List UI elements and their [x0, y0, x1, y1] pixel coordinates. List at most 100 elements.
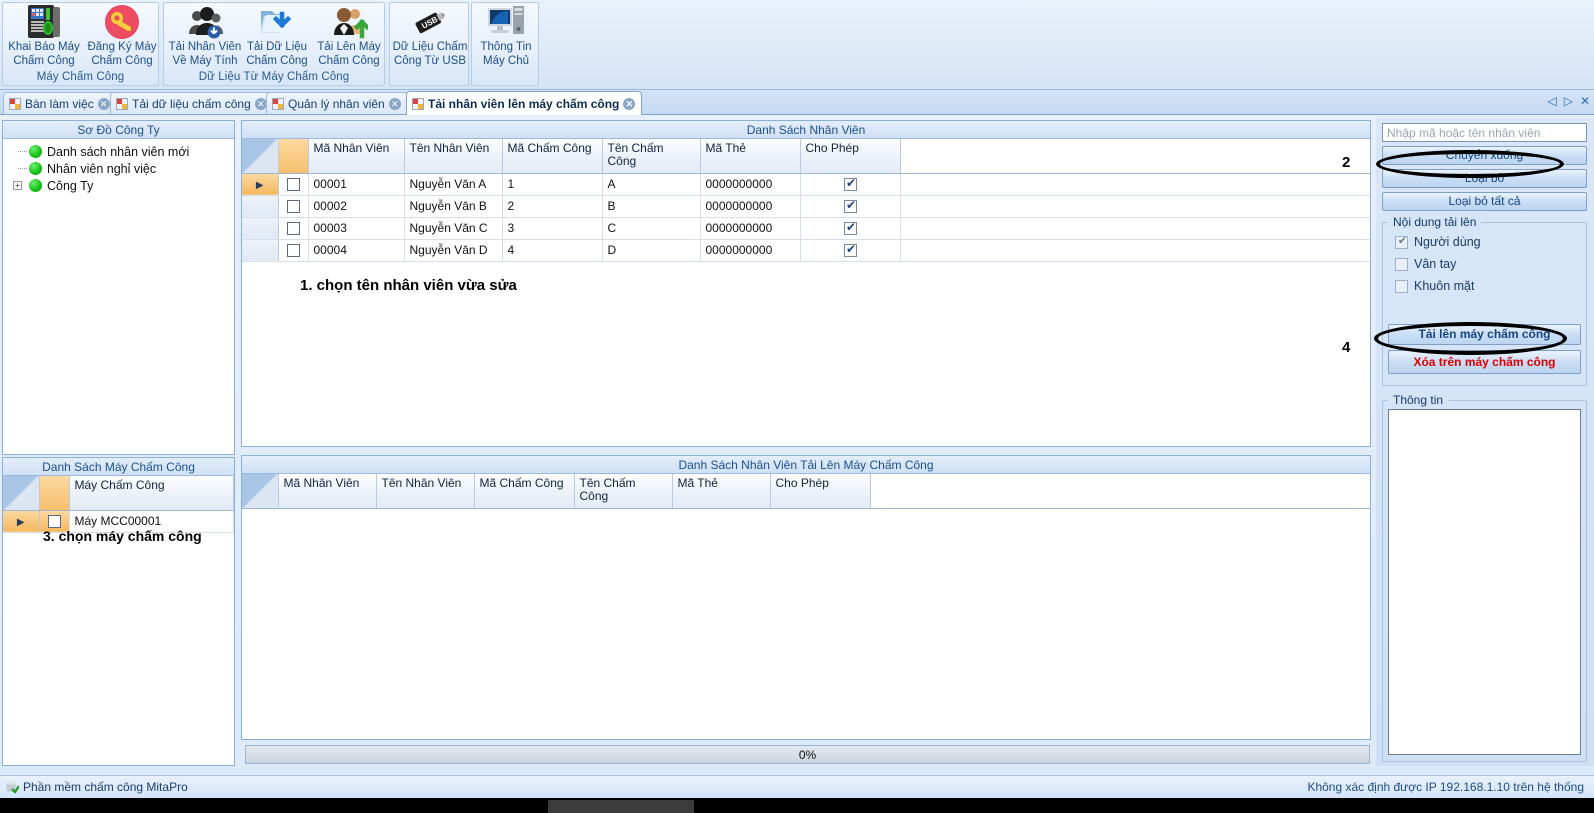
ribbon-button-label: Tải Nhân Viên	[168, 41, 242, 53]
cell-cho-phep[interactable]	[800, 195, 901, 218]
row-checkbox[interactable]	[286, 178, 300, 192]
van-tay-checkbox[interactable]	[1395, 257, 1408, 271]
employee-grid: Mã Nhân Viên Tên Nhân Viên Mã Chấm Công …	[242, 139, 1370, 262]
column-header-ma-the[interactable]: Mã Thẻ	[672, 474, 771, 509]
tree-node-danh-sach-nhan-vien-moi[interactable]: Danh sách nhân viên mới	[11, 143, 234, 160]
column-header-ma-nhan-vien[interactable]: Mã Nhân Viên	[308, 139, 405, 174]
column-header-ten-cham-cong[interactable]: Tên Chấm Công	[602, 139, 701, 174]
expand-plus-icon[interactable]: +	[13, 181, 22, 190]
tab-window-icon	[412, 97, 424, 110]
table-row[interactable]: 00002 Nguyễn Văn B 2 B 0000000000	[242, 195, 1370, 218]
ribbon-button-khai-bao-may-cham-cong[interactable]: Khai Báo Máy Chấm Công	[5, 4, 83, 68]
taskbar-item[interactable]	[548, 800, 694, 813]
upload-to-device-button[interactable]: Tải lên máy chấm công	[1388, 324, 1581, 345]
row-checkbox-cell[interactable]	[278, 239, 309, 262]
remove-all-button[interactable]: Loại bỏ tất cả	[1382, 192, 1587, 211]
cho-phep-checkbox[interactable]	[843, 198, 858, 214]
column-header-ten-cham-cong[interactable]: Tên Chấm Công	[574, 474, 673, 509]
cell-filler	[900, 173, 1370, 196]
tab-close-icon[interactable]: ✕	[97, 97, 110, 110]
table-row[interactable]: 00003 Nguyễn Văn C 3 C 0000000000	[242, 217, 1370, 240]
move-down-button[interactable]: Chuyển xuống	[1382, 146, 1587, 165]
select-all-corner[interactable]	[3, 476, 40, 511]
right-sidebar: Chuyển xuống Loại bỏ Loại bỏ tất cả Nội …	[1376, 118, 1594, 766]
ribbon-button-dang-ky-may-cham-cong[interactable]: Đăng Ký Máy Chấm Công	[83, 4, 161, 68]
device-list-title: Danh Sách Máy Chấm Công	[3, 458, 234, 476]
info-textbox[interactable]	[1388, 409, 1581, 755]
tree-connector	[18, 151, 27, 152]
company-tree-title: Sơ Đồ Công Ty	[3, 121, 234, 139]
search-input[interactable]	[1382, 123, 1587, 142]
tab-next-icon[interactable]: ▷	[1564, 94, 1573, 108]
cell-cho-phep[interactable]	[800, 239, 901, 262]
ribbon-button-du-lieu-cham-cong-tu-usb[interactable]: USB Dữ Liệu Chấm Công Từ USB	[391, 4, 469, 68]
tab-tai-nhan-vien-len-may-cham-cong[interactable]: Tải nhân viên lên máy chấm công ✕	[406, 91, 643, 115]
delete-on-device-button[interactable]: Xóa trên máy chấm công	[1388, 350, 1581, 374]
cho-phep-checkbox[interactable]	[843, 242, 858, 258]
row-indicator	[242, 239, 279, 262]
ribbon-group-usb: USB Dữ Liệu Chấm Công Từ USB	[389, 2, 469, 86]
table-row[interactable]: ▶ 00001 Nguyễn Văn A 1 A 0000000000	[242, 173, 1370, 196]
khuon-mat-checkbox[interactable]	[1395, 279, 1408, 293]
cell-ten-nhan-vien: Nguyễn Văn B	[404, 195, 503, 218]
upload-grid-panel: Danh Sách Nhân Viên Tải Lên Máy Chấm Côn…	[241, 455, 1371, 740]
tree-node-cong-ty[interactable]: + Công Ty	[11, 177, 234, 194]
tab-label: Tải dữ liệu chấm công	[132, 96, 251, 111]
tree-node-nhan-vien-nghi-viec[interactable]: Nhân viên nghỉ việc	[11, 160, 234, 177]
tab-prev-icon[interactable]: ◁	[1547, 94, 1556, 108]
checkbox-row-van-tay[interactable]: Vân tay	[1383, 253, 1586, 275]
tab-close-icon[interactable]: ✕	[388, 97, 401, 110]
select-all-corner[interactable]	[242, 139, 279, 174]
row-checkbox-cell[interactable]	[278, 173, 309, 196]
cell-cho-phep[interactable]	[800, 173, 901, 196]
cho-phep-checkbox[interactable]	[843, 220, 858, 236]
tab-close-icon[interactable]: ✕	[623, 97, 636, 110]
column-header-ma-cham-cong[interactable]: Mã Chấm Công	[474, 474, 575, 509]
info-legend: Thông tin	[1393, 393, 1444, 407]
column-header-cho-phep[interactable]: Cho Phép	[770, 474, 871, 509]
column-header-ma-the[interactable]: Mã Thẻ	[700, 139, 801, 174]
current-row-arrow-icon: ▶	[255, 180, 264, 191]
nguoi-dung-checkbox[interactable]	[1395, 234, 1409, 249]
checkbox-column-header[interactable]	[278, 139, 309, 174]
cell-ten-cham-cong: A	[602, 173, 701, 196]
remove-button[interactable]: Loại bỏ	[1382, 169, 1587, 188]
row-checkbox[interactable]	[286, 244, 300, 258]
upload-content-legend: Nội dung tải lên	[1393, 215, 1477, 229]
checkbox-column-header[interactable]	[39, 476, 70, 511]
column-header-cho-phep[interactable]: Cho Phép	[800, 139, 901, 174]
column-header-ma-nhan-vien[interactable]: Mã Nhân Viên	[278, 474, 377, 509]
ribbon-group-title: Dữ Liệu Từ Máy Chấm Công	[198, 71, 350, 83]
tab-close-icon[interactable]: ✕	[254, 97, 267, 110]
column-header-ten-nhan-vien[interactable]: Tên Nhân Viên	[376, 474, 475, 509]
ribbon-button-thong-tin-may-chu[interactable]: Thông Tin Máy Chủ	[467, 4, 545, 68]
ribbon-button-tai-du-lieu-cham-cong[interactable]: Tải Dữ Liệu Chấm Công	[238, 4, 316, 68]
cell-ma-the: 0000000000	[700, 239, 801, 262]
ribbon-button-label-2: Chấm Công	[318, 54, 380, 67]
tab-quan-ly-nhan-vien[interactable]: Quản lý nhân viên ✕	[266, 92, 408, 114]
cell-filler	[900, 195, 1370, 218]
row-checkbox-cell[interactable]	[278, 195, 309, 218]
select-all-corner[interactable]	[242, 474, 279, 509]
cell-ma-the: 0000000000	[700, 217, 801, 240]
row-checkbox[interactable]	[286, 222, 300, 236]
table-row[interactable]: 00004 Nguyễn Văn D 4 D 0000000000	[242, 239, 1370, 262]
status-bar: Phần mềm chấm công MitaPro Không xác địn…	[0, 775, 1594, 798]
checkbox-row-nguoi-dung[interactable]: Người dùng	[1383, 231, 1586, 253]
ribbon-button-tai-nhan-vien-ve-may-tinh[interactable]: Tải Nhân Viên Về Máy Tính	[166, 4, 244, 68]
tab-tai-du-lieu-cham-cong[interactable]: Tải dữ liệu chấm công ✕	[110, 92, 274, 114]
tab-ban-lam-viec[interactable]: Bàn làm việc ✕	[3, 92, 117, 114]
tab-close-all-icon[interactable]: ✕	[1580, 94, 1590, 108]
ribbon-button-tai-len-may-cham-cong[interactable]: Tải Lên Máy Chấm Công	[310, 4, 388, 68]
cho-phep-checkbox[interactable]	[843, 176, 858, 192]
column-header-ma-cham-cong[interactable]: Mã Chấm Công	[502, 139, 603, 174]
row-checkbox-cell[interactable]	[278, 217, 309, 240]
row-checkbox[interactable]	[286, 200, 300, 214]
cell-cho-phep[interactable]	[800, 217, 901, 240]
column-header-ten-nhan-vien[interactable]: Tên Nhân Viên	[404, 139, 503, 174]
status-left: Phần mềm chấm công MitaPro	[0, 780, 188, 794]
ribbon-button-label-2: Máy Chủ	[482, 54, 530, 67]
checkbox-row-khuon-mat[interactable]: Khuôn mặt	[1383, 275, 1586, 297]
row-indicator	[242, 217, 279, 240]
row-checkbox[interactable]	[47, 515, 61, 529]
